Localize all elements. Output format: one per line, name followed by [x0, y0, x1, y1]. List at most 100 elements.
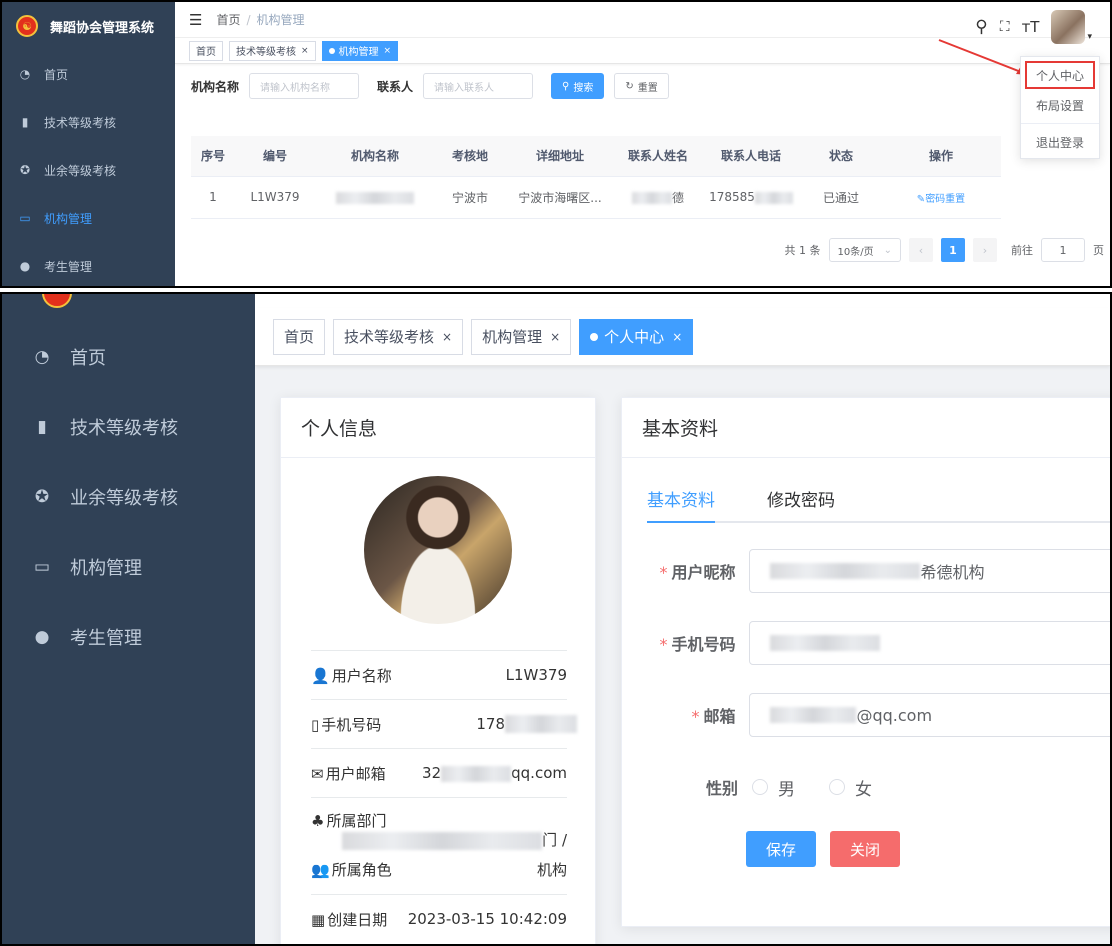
- save-button[interactable]: 保存: [746, 831, 817, 867]
- sidebar-item-amateur-exam[interactable]: ✪ 业余等级考核: [2, 146, 175, 194]
- page-size-select[interactable]: 10条/页 ⌄: [828, 238, 901, 262]
- monitor-icon: ▭: [19, 211, 31, 225]
- info-row-phone: ▯ 手机号码 178: [311, 699, 577, 748]
- profile-avatar[interactable]: [364, 476, 512, 624]
- app-logo[interactable]: ☯ 舞蹈协会管理系统: [2, 2, 175, 50]
- dept-suffix: 门 /: [542, 831, 567, 849]
- search-icon[interactable]: ⚲: [975, 17, 987, 37]
- sidebar-item-students[interactable]: ● 考生管理: [2, 242, 175, 286]
- radio-circle-icon: [829, 779, 845, 795]
- tab-change-password[interactable]: 修改密码: [767, 472, 835, 521]
- menu-item-logout[interactable]: 退出登录: [1021, 126, 1099, 158]
- org-name-input[interactable]: 请输入机构名称: [249, 73, 360, 99]
- menu-item-personal-center[interactable]: 个人中心: [1025, 61, 1095, 89]
- sidebar-item-home[interactable]: ◔ 首页: [2, 322, 255, 392]
- tag-label: 机构管理: [338, 47, 379, 58]
- sidebar-item-org[interactable]: ▭ 机构管理: [2, 194, 175, 242]
- logo-emblem-icon: ☯: [16, 15, 38, 37]
- sidebar-item-org[interactable]: ▭ 机构管理: [2, 532, 255, 602]
- gender-radio-male[interactable]: 男: [752, 775, 795, 800]
- search-button[interactable]: ⚲ 搜索: [551, 73, 605, 99]
- org-table: 序号 编号 机构名称 考核地 详细地址 联系人姓名 联系人电话 状态 操作 1 …: [191, 136, 1001, 219]
- sidebar-item-label: 考生管理: [70, 628, 142, 649]
- next-page-button[interactable]: ›: [973, 238, 997, 262]
- email-suffix: qq.com: [511, 764, 567, 782]
- form-row-phone: * 手机号码: [642, 607, 1110, 679]
- pagination-total: 共 1 条: [784, 244, 821, 257]
- nickname-label: * 用户昵称: [642, 559, 749, 583]
- redacted-text: [441, 765, 512, 782]
- input-value-suffix: @qq.com: [856, 705, 933, 725]
- phone-label: * 手机号码: [642, 631, 749, 655]
- info-label-text: 用户邮箱: [325, 764, 386, 783]
- label-text: 邮箱: [703, 707, 736, 726]
- gender-label: 性别: [705, 779, 738, 798]
- tag-tech-exam[interactable]: 技术等级考核 ×: [333, 318, 464, 355]
- info-row-dept: ♣ 所属部门 门 /: [311, 797, 567, 850]
- phone-prefix: 178585: [709, 190, 755, 204]
- fullscreen-icon[interactable]: ⛶: [1000, 19, 1010, 35]
- page-number-current[interactable]: 1: [941, 238, 965, 262]
- reset-password-link[interactable]: ✎密码重置: [917, 194, 965, 205]
- button-label: 搜索: [573, 82, 594, 94]
- tab-basic-info[interactable]: 基本资料: [647, 472, 715, 523]
- hamburger-icon[interactable]: ☰: [189, 11, 202, 29]
- annotation-arrow: [938, 39, 1029, 75]
- breadcrumb-separator: /: [246, 13, 251, 27]
- bar-chart-icon: ▮: [21, 115, 29, 129]
- close-icon[interactable]: ×: [550, 330, 560, 344]
- caret-down-icon[interactable]: ▾: [1087, 32, 1092, 42]
- font-size-icon[interactable]: тT: [1022, 18, 1040, 36]
- email-prefix: 32: [422, 764, 442, 782]
- close-icon[interactable]: ×: [442, 330, 452, 344]
- tag-label: 技术等级考核: [344, 328, 435, 346]
- tag-home[interactable]: 首页: [273, 318, 326, 355]
- search-icon: ⚲: [562, 80, 570, 92]
- info-row-email: ✉ 用户邮箱 32 qq.com: [311, 748, 567, 797]
- tag-personal-center[interactable]: 个人中心 ×: [579, 318, 694, 355]
- phone-input[interactable]: [749, 621, 1110, 665]
- email-input[interactable]: @qq.com: [749, 693, 1110, 737]
- navbar: [255, 294, 1110, 308]
- tag-label: 首页: [284, 328, 315, 346]
- col-header: 联系人姓名: [615, 136, 701, 177]
- tag-tech-exam[interactable]: 技术等级考核 ×: [229, 40, 316, 61]
- table-row[interactable]: 1 L1W379 宁波市 宁波市海曙区... 德 178585 已通过 ✎密码重…: [191, 176, 1001, 219]
- reset-button[interactable]: ↻ 重置: [614, 73, 669, 99]
- phone-prefix: 178: [476, 714, 505, 733]
- nickname-input[interactable]: 希德机构: [749, 549, 1110, 593]
- page-unit-label: 页: [1093, 244, 1104, 257]
- phone-icon: ▯: [311, 715, 320, 734]
- sidebar-item-tech-exam[interactable]: ▮ 技术等级考核: [2, 392, 255, 462]
- sidebar-item-students[interactable]: ● 考生管理: [2, 602, 255, 672]
- gender-radio-female[interactable]: 女: [829, 775, 872, 800]
- close-icon[interactable]: ×: [384, 46, 392, 56]
- info-label: ✉ 用户邮箱: [311, 763, 386, 784]
- goto-label: 前往: [1011, 244, 1033, 257]
- form-row-email: * 邮箱 @qq.com: [642, 679, 1110, 751]
- navbar: ☰ 首页 / 机构管理: [175, 2, 1110, 38]
- dashboard-icon: ◔: [19, 67, 31, 81]
- contact-input[interactable]: 请输入联系人: [423, 73, 534, 99]
- prev-page-button[interactable]: ‹: [909, 238, 933, 262]
- sidebar-item-amateur-exam[interactable]: ✪ 业余等级考核: [2, 462, 255, 532]
- goto-page-input[interactable]: 1: [1041, 238, 1085, 262]
- profile-card-title: 个人信息: [281, 398, 595, 458]
- sidebar-item-tech-exam[interactable]: ▮ 技术等级考核: [2, 98, 175, 146]
- sidebar-item-label: 首页: [44, 67, 69, 82]
- close-button[interactable]: 关闭: [830, 831, 901, 867]
- avatar[interactable]: [1051, 10, 1086, 44]
- close-icon[interactable]: ×: [301, 46, 309, 56]
- sidebar-item-label: 业余等级考核: [70, 488, 178, 509]
- cell-phone: 178585: [701, 176, 801, 219]
- sidebar-item-home[interactable]: ◔ 首页: [2, 50, 175, 98]
- close-icon[interactable]: ×: [672, 330, 682, 344]
- redacted-text: [505, 715, 577, 734]
- logo-emblem-icon: [42, 294, 72, 308]
- tag-org[interactable]: 机构管理 ×: [321, 40, 399, 61]
- info-value: 32 qq.com: [422, 764, 567, 782]
- menu-item-layout-settings[interactable]: 布局设置: [1021, 89, 1099, 121]
- tag-home[interactable]: 首页: [189, 40, 223, 61]
- tag-org[interactable]: 机构管理 ×: [471, 318, 572, 355]
- breadcrumb-home[interactable]: 首页: [216, 13, 240, 27]
